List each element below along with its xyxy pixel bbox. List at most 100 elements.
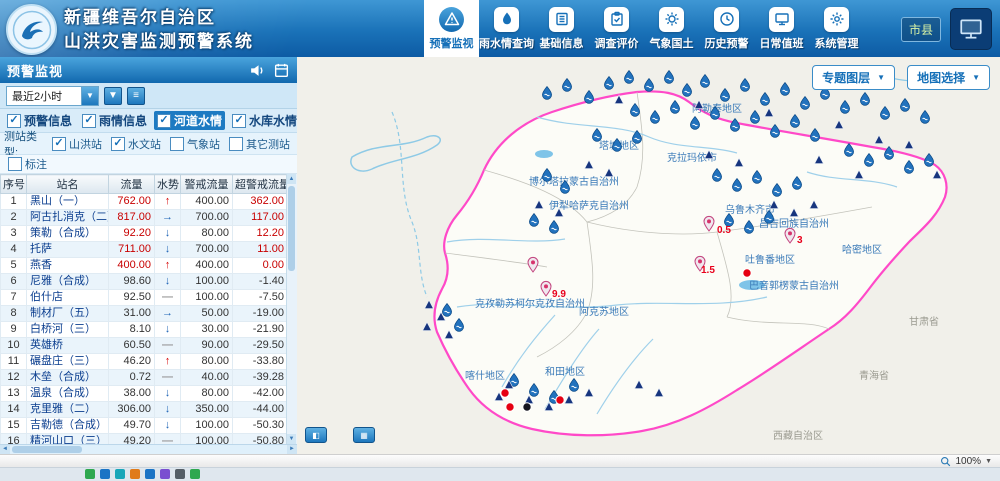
red-dot-marker[interactable] [501,389,509,397]
taskbar-icon[interactable] [130,469,140,479]
scrollbar-thumb[interactable] [288,186,295,271]
scroll-left-icon[interactable]: ◄ [0,445,10,454]
table-cell: 精河山口（三） [27,434,109,445]
city-county-button[interactable]: 市县 [901,17,941,42]
map-select-button[interactable]: 地图选择 ▼ [907,65,990,90]
dropdown-button[interactable]: ▼ [104,87,122,105]
tab-rain[interactable]: 雨水情查询 [479,0,534,57]
table-row[interactable]: 12木垒（合成）0.72—40.00-39.28 [1,370,288,386]
scroll-right-icon[interactable]: ► [287,445,297,454]
monitor-mode-button[interactable] [950,8,992,50]
filter-reservoir[interactable]: 水库水情 [229,111,300,130]
table-cell: 16 [1,434,27,445]
time-range-select[interactable]: 最近2小时 ▼ [6,86,99,106]
hscrollbar-thumb[interactable] [12,446,82,453]
checkbox[interactable] [170,137,184,151]
list-button[interactable]: ≡ [127,87,145,105]
table-row[interactable]: 10英雄桥60.50—90.00-29.50 [1,338,288,354]
tab-monitor[interactable]: 预警监视 [424,0,479,57]
table-row[interactable]: 2阿古扎消克（二）817.00→700.00117.00 [1,210,288,226]
calendar-icon[interactable] [273,62,290,79]
table-row[interactable]: 9白桥河（三）8.10↓30.00-21.90 [1,322,288,338]
checkbox[interactable] [229,137,243,151]
table-row[interactable]: 13温泉（合成）38.00↓80.00-42.00 [1,386,288,402]
table-row[interactable]: 16精河山口（三）49.20—100.00-50.80 [1,434,288,445]
annotation-checkbox[interactable]: 标注 [5,155,50,173]
map-region-label: 阿克苏地区 [579,305,629,318]
station-type-mountain[interactable]: 山洪站 [49,135,105,153]
scroll-down-icon[interactable]: ▼ [287,434,296,444]
station-type-hydro[interactable]: 水文站 [108,135,164,153]
app-header: 新疆维吾尔自治区 山洪灾害监测预警系统 预警监视雨水情查询基础信息调查评价气象国… [0,0,1000,58]
table-row[interactable]: 15吉勒德（合成）49.70↓100.00-50.30 [1,418,288,434]
black-dot-marker[interactable] [523,403,531,411]
table-cell: 11 [1,354,27,370]
taskbar-icon[interactable] [190,469,200,479]
taskbar-icon[interactable] [160,469,170,479]
map-buttons: 专题图层 ▼ 地图选择 ▼ [812,65,990,90]
table-row[interactable]: 7伯什店92.50—100.00-7.50 [1,290,288,306]
column-header[interactable]: 流量 [109,175,155,194]
column-header[interactable]: 站名 [27,175,109,194]
volume-icon[interactable] [249,62,266,79]
taskbar-icon[interactable] [115,469,125,479]
checkbox[interactable] [52,137,66,151]
map-select-label: 地图选择 [917,69,965,86]
taskbar-icon[interactable] [100,469,110,479]
filter-river[interactable]: 河道水情 [154,111,225,130]
column-header[interactable]: 序号 [1,175,27,194]
table-row[interactable]: 6尼雅（合成）98.60↓100.00-1.40 [1,274,288,290]
table-row[interactable]: 4托萨711.00↓700.0011.00 [1,242,288,258]
table-cell: 黑山（一） [27,194,109,210]
collapse-panel-button[interactable]: ◧ [305,427,327,443]
table-row[interactable]: 3策勒（合成）92.20↓80.0012.20 [1,226,288,242]
checkbox-label: 水文站 [128,136,161,152]
station-type-other[interactable]: 其它测站 [226,135,293,153]
annotation-row: 标注 [0,155,297,174]
map-area[interactable]: 阿勒泰地区塔城地区克拉玛依市博尔塔拉蒙古自治州伊犁哈萨克自治州乌鲁木齐市昌吉回族… [297,57,1000,455]
table-row[interactable]: 11碾盘庄（三）46.20↑80.00-33.80 [1,354,288,370]
checkbox[interactable] [8,157,22,171]
red-dot-marker[interactable] [743,269,751,277]
table-cell: 80.00 [181,354,233,370]
checkbox[interactable] [7,114,21,128]
checkbox[interactable] [82,114,96,128]
table-cell: -1.40 [233,274,288,290]
table-row[interactable]: 5燕香400.00↑400.000.00 [1,258,288,274]
column-header[interactable]: 水势 [155,175,181,194]
filter-raininfo[interactable]: 雨情信息 [79,111,150,130]
thematic-layer-button[interactable]: 专题图层 ▼ [812,65,895,90]
table-cell: -29.50 [233,338,288,354]
table-cell: 1 [1,194,27,210]
tab-history[interactable]: 历史预警 [699,0,754,57]
tab-weather[interactable]: 气象国土 [644,0,699,57]
table-cell: → [155,306,181,322]
checkbox[interactable] [111,137,125,151]
taskbar-icon[interactable] [85,469,95,479]
table-row[interactable]: 8制材厂（五）31.00→50.00-19.00 [1,306,288,322]
vertical-scrollbar[interactable]: ▲ ▼ [286,174,297,444]
station-type-weather[interactable]: 气象站 [167,135,223,153]
taskbar-icon[interactable] [145,469,155,479]
scroll-up-icon[interactable]: ▲ [287,174,296,184]
taskbar-icon[interactable] [175,469,185,479]
tab-info[interactable]: 基础信息 [534,0,589,57]
tab-survey[interactable]: 调查评价 [589,0,644,57]
table-row[interactable]: 1黑山（一）762.00↑400.00362.00 [1,194,288,210]
column-header[interactable]: 超警戒流量 [233,175,288,194]
chevron-down-icon: ▼ [972,73,980,82]
monitor-icon [958,16,984,42]
table-cell: 350.00 [181,402,233,418]
table-cell: 92.20 [109,226,155,242]
table-row[interactable]: 14克里雅（二）306.00↓350.00-44.00 [1,402,288,418]
checkbox[interactable] [232,114,246,128]
red-dot-marker[interactable] [506,403,514,411]
tab-duty[interactable]: 日常值班 [754,0,809,57]
checkbox[interactable] [157,114,171,128]
tab-settings[interactable]: 系统管理 [809,0,864,57]
red-dot-marker[interactable] [556,396,564,404]
table-cell: 90.00 [181,338,233,354]
legend-button[interactable]: ▦ [353,427,375,443]
panel-title: 预警监视 [7,61,63,80]
column-header[interactable]: 警戒流量 [181,175,233,194]
